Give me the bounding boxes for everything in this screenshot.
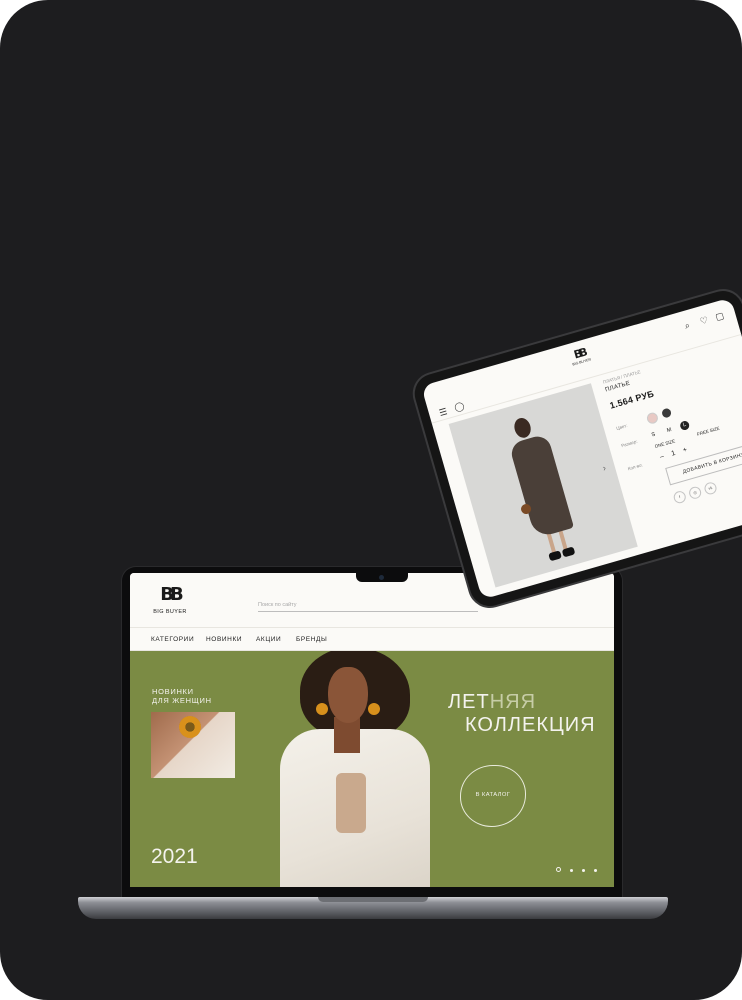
size-option-l[interactable]: L: [679, 419, 691, 432]
search-input[interactable]: Поиск по сайту: [258, 599, 478, 612]
catalog-button[interactable]: В КАТАЛОГ: [460, 765, 526, 827]
main-nav: КАТЕГОРИИ НОВИНКИ АКЦИИ БРЕНДЫ: [130, 627, 614, 651]
hero-title-line1: ЛЕТНЯЯ: [448, 691, 537, 713]
slider-dot-4[interactable]: [594, 869, 597, 872]
heart-icon[interactable]: ♡: [699, 315, 710, 328]
tablet-screen: ☰ ◯ BB BIG BUYER ⌕ ♡ ▢ › ПЛАТЬЯ / ПЛАТЬЕ…: [421, 297, 742, 600]
showcase-canvas: BB BIG BUYER Поиск по сайту КАТЕГОРИИ НО…: [0, 0, 742, 1000]
hero-year: 2021: [151, 845, 198, 868]
qty-minus-button[interactable]: –: [659, 453, 665, 461]
user-icon[interactable]: ◯: [453, 400, 466, 413]
nav-item-brands[interactable]: БРЕНДЫ: [296, 636, 327, 643]
size-option-free-size[interactable]: FREE SIZE: [696, 426, 720, 437]
hero-subtitle: НОВИНКИ ДЛЯ ЖЕНЩИН: [152, 687, 212, 705]
nav-item-sales[interactable]: АКЦИИ: [256, 636, 281, 643]
size-option-one-size[interactable]: ONE SIZE: [654, 438, 676, 449]
size-option-s[interactable]: S: [651, 432, 656, 439]
color-label: Цвет:: [615, 422, 628, 431]
bag-icon[interactable]: ▢: [714, 310, 725, 323]
camera-notch: [356, 573, 408, 582]
menu-icon[interactable]: ☰: [438, 406, 449, 419]
tablet-device: ☰ ◯ BB BIG BUYER ⌕ ♡ ▢ › ПЛАТЬЯ / ПЛАТЬЕ…: [410, 286, 742, 611]
laptop-screen: BB BIG BUYER Поиск по сайту КАТЕГОРИИ НО…: [130, 573, 614, 887]
site-logo[interactable]: BB BIG BUYER: [150, 584, 190, 616]
color-swatch-black[interactable]: [660, 407, 673, 419]
instagram-icon[interactable]: ◎: [687, 485, 703, 501]
vk-icon[interactable]: vk: [703, 480, 718, 496]
tablet-logo[interactable]: BB BIG BUYER: [565, 344, 595, 368]
hero-title-line2: КОЛЛЕКЦИЯ: [465, 714, 596, 736]
hero-thumbnail[interactable]: [151, 712, 235, 778]
nav-item-categories[interactable]: КАТЕГОРИИ: [151, 636, 194, 643]
size-label: Размер:: [620, 438, 639, 449]
color-swatch-pink[interactable]: [645, 411, 660, 425]
next-arrow-icon[interactable]: ›: [601, 463, 607, 473]
slider-dot-1[interactable]: [556, 867, 561, 872]
size-option-m[interactable]: M: [666, 427, 672, 434]
camera-icon: [379, 575, 384, 580]
laptop-device: BB BIG BUYER Поиск по сайту КАТЕГОРИИ НО…: [122, 567, 622, 897]
hero-model-image: [280, 651, 430, 887]
qty-label: Кол-во:: [627, 462, 644, 472]
add-to-cart-button[interactable]: ДОБАВИТЬ В КОРЗИНУ: [665, 441, 742, 486]
hero-banner: НОВИНКИ ДЛЯ ЖЕНЩИН ЛЕТНЯЯ КОЛЛЕКЦИЯ В КА…: [130, 651, 614, 887]
laptop-base: [78, 897, 668, 919]
nav-item-new[interactable]: НОВИНКИ: [206, 636, 242, 643]
product-price: 1.564 РУБ: [608, 388, 656, 411]
slider-dot-2[interactable]: [570, 869, 573, 872]
slider-dots: [556, 859, 606, 877]
slider-dot-3[interactable]: [582, 869, 585, 872]
qty-value[interactable]: 1: [671, 450, 677, 458]
logo-mark: BB: [160, 584, 183, 605]
qty-plus-button[interactable]: +: [682, 446, 688, 454]
facebook-icon[interactable]: f: [672, 489, 688, 505]
logo-text: BIG BUYER: [153, 609, 187, 615]
search-icon[interactable]: ⌕: [683, 320, 691, 332]
product-photo[interactable]: ›: [448, 383, 638, 588]
earring-image: [179, 716, 201, 738]
